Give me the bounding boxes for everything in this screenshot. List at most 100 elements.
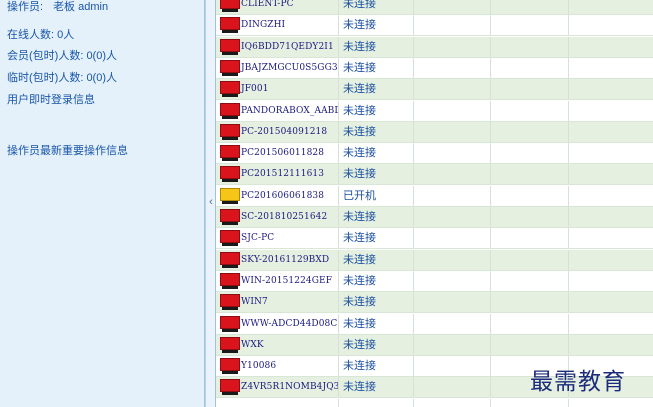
machine-row[interactable]: PC201506011828 未连接: [216, 143, 653, 165]
monitor-base: [222, 243, 238, 247]
grid-divider: [490, 313, 491, 334]
grid-divider: [338, 143, 339, 164]
grid-divider: [338, 207, 339, 227]
computer-offline-icon: [220, 166, 240, 183]
computer-offline-icon: [220, 230, 240, 247]
machine-status: 未连接: [343, 104, 376, 117]
machine-cell[interactable]: Y10086: [216, 356, 338, 377]
machine-cell[interactable]: SKY-20161129BXD: [216, 250, 338, 271]
computer-offline-icon: [220, 272, 240, 289]
grid-divider: [338, 36, 339, 57]
machine-cell[interactable]: PC-201504091218: [216, 122, 338, 143]
machine-status: 未连接: [343, 253, 376, 266]
monitor-base: [222, 136, 238, 140]
member-count: 会员(包时)人数: 0(0)人: [7, 50, 117, 62]
machine-cell[interactable]: JBAJZMGCU0S5GG3: [216, 58, 338, 79]
grid-divider: [338, 249, 339, 270]
machine-row[interactable]: DINGZHI 未连接: [216, 15, 653, 37]
machine-status: 未连接: [343, 360, 376, 373]
machine-cell[interactable]: IQ6BDD71QEDY2I1: [216, 37, 338, 58]
machine-status: 未连接: [343, 338, 376, 351]
machine-row[interactable]: PC-201504091218 未连接: [216, 121, 653, 143]
machine-cell[interactable]: WIN7: [216, 292, 338, 313]
machine-cell[interactable]: PC201606061838: [216, 186, 338, 207]
monitor-base: [222, 328, 238, 332]
machine-name: SKY-20161129BXD: [241, 254, 330, 265]
machine-status: 未连接: [343, 317, 376, 330]
machine-name: PC201606061838: [241, 190, 325, 201]
grid-divider: [338, 121, 339, 142]
machine-cell[interactable]: PC201506011828: [216, 143, 338, 164]
grid-divider: [490, 79, 491, 100]
machine-cell[interactable]: PC201512111613: [216, 164, 338, 185]
machine-row[interactable]: WXK 未连接: [216, 334, 653, 356]
monitor-screen: [220, 209, 240, 222]
computer-offline-icon: [220, 336, 240, 353]
machine-name: PC201506011828: [241, 148, 325, 159]
machine-name: WXK: [241, 339, 264, 350]
computer-offline-icon: [220, 17, 240, 34]
machine-row[interactable]: PC201606061838 已开机: [216, 185, 653, 207]
monitor-base: [222, 9, 238, 12]
monitor-screen: [220, 379, 240, 393]
monitor-screen: [220, 315, 240, 329]
monitor-base: [222, 349, 238, 353]
grid-divider: [568, 249, 569, 270]
monitor-screen: [220, 187, 240, 201]
grid-divider: [413, 15, 414, 36]
machine-cell[interactable]: SC-201810251642: [216, 207, 338, 228]
machine-cell[interactable]: WXK: [216, 335, 338, 356]
machine-status: 未连接: [343, 168, 376, 181]
grid-divider: [413, 57, 414, 78]
operator-label: 操作员:: [7, 1, 44, 13]
grid-divider: [338, 0, 339, 14]
machine-status: 未连接: [343, 19, 376, 32]
monitor-base: [222, 51, 238, 55]
grid-divider: [413, 270, 414, 291]
panel-splitter[interactable]: ‹: [205, 0, 216, 407]
chevron-left-icon[interactable]: ‹: [207, 195, 215, 209]
machine-cell[interactable]: Z4VR5R1NOMB4JQ3: [216, 377, 338, 398]
machine-cell[interactable]: PANDORABOX_AABD: [216, 101, 338, 122]
machine-cell[interactable]: CLIENT-PC: [216, 0, 338, 15]
machine-cell[interactable]: WWW-ADCD44D08C8: [216, 314, 338, 335]
grid-divider: [490, 377, 491, 398]
machine-row[interactable]: SC-201810251642 未连接: [216, 207, 653, 228]
machine-row[interactable]: SKY-20161129BXD 未连接: [216, 249, 653, 271]
grid-divider: [568, 15, 569, 36]
machine-row[interactable]: WIN-20151224GEF 未连接: [216, 270, 653, 292]
monitor-base: [222, 371, 238, 375]
machine-status: 未连接: [343, 147, 376, 160]
machine-row[interactable]: PC201512111613 未连接: [216, 164, 653, 186]
computer-offline-icon: [220, 379, 240, 396]
computer-offline-icon: [220, 38, 240, 55]
machine-cell[interactable]: JF001: [216, 79, 338, 100]
grid-divider: [568, 185, 569, 206]
machine-row[interactable]: PANDORABOX_AABD 未连接: [216, 100, 653, 122]
machine-cell[interactable]: WIN-20151224GEF: [216, 271, 338, 292]
machine-row[interactable]: WIN7 未连接: [216, 292, 653, 314]
machine-row[interactable]: JF001 未连接: [216, 79, 653, 101]
grid-divider: [338, 15, 339, 36]
grid-divider: [568, 0, 569, 14]
machine-status: 未连接: [343, 211, 376, 223]
computer-offline-icon: [220, 81, 240, 98]
grid-divider: [338, 100, 339, 121]
grid-divider: [490, 36, 491, 57]
machine-row[interactable]: CLIENT-PC 未连接: [216, 0, 653, 15]
machine-row[interactable]: IQ6BDD71QEDY2I1 未连接: [216, 36, 653, 58]
machine-row[interactable]: WWW-ADCD44D08C8 未连接: [216, 313, 653, 335]
machine-row[interactable]: SJC-PC 未连接: [216, 228, 653, 250]
monitor-base: [222, 72, 238, 76]
machine-row[interactable]: JBAJZMGCU0S5GG3 未连接: [216, 57, 653, 79]
grid-divider: [568, 36, 569, 57]
machine-cell[interactable]: SJC-PC: [216, 228, 338, 249]
grid-divider: [490, 185, 491, 206]
watermark: 最需教育: [530, 369, 626, 395]
grid-empty-area: [216, 398, 653, 407]
computer-offline-icon: [220, 123, 240, 140]
machine-cell[interactable]: DINGZHI: [216, 15, 338, 36]
monitor-base: [222, 307, 238, 311]
grid-divider: [413, 79, 414, 100]
grid-divider: [568, 334, 569, 355]
